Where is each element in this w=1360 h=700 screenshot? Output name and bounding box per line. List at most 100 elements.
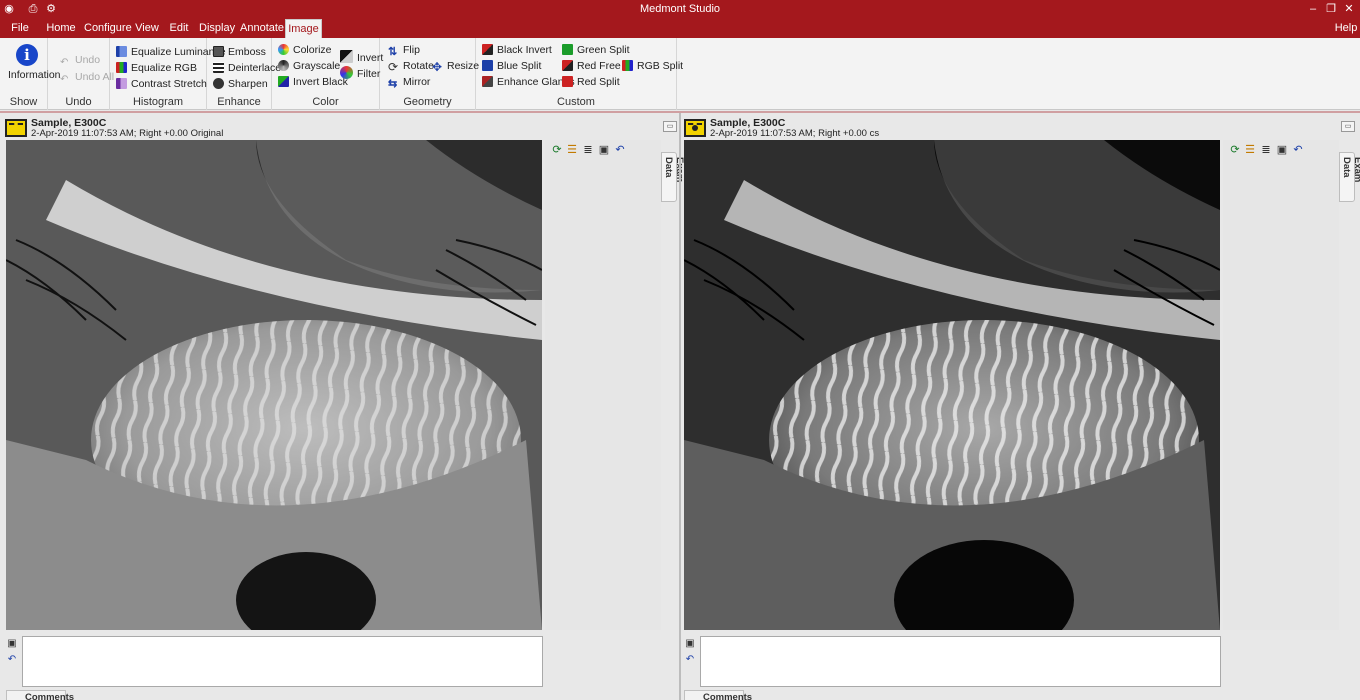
tab-configure[interactable]: Configure — [84, 19, 132, 38]
deinterlace-button[interactable]: Deinterlace — [213, 61, 281, 76]
rotate-button[interactable]: ⟳ Rotate — [388, 59, 434, 74]
tab-display[interactable]: Display — [199, 19, 235, 38]
black-invert-button[interactable]: Black Invert — [482, 43, 552, 58]
group-label-histogram: Histogram — [132, 96, 184, 108]
green-split-button[interactable]: Green Split — [562, 43, 630, 58]
left-pane-side-panel: ⟳ ☰ ≣ ▣ ↶ — [545, 140, 661, 630]
flip-button[interactable]: ⇅ Flip — [388, 43, 420, 58]
contrast-stretch-button[interactable]: Contrast Stretch — [116, 77, 207, 92]
red-free-label: Red Free — [577, 60, 621, 72]
colorize-icon — [278, 44, 289, 55]
invert-black-button[interactable]: Invert Black — [278, 75, 348, 90]
list-icon[interactable]: ☰ — [1244, 144, 1256, 156]
ribbon: i Information Show ↶ Undo ↶ Undo All Undo … — [0, 38, 1360, 110]
equalize-rgb-label: Equalize RGB — [131, 62, 197, 74]
comment-undo-icon[interactable]: ↶ — [684, 654, 696, 666]
flip-label: Flip — [403, 44, 420, 56]
group-show: i Information Show — [0, 38, 61, 110]
tab-home[interactable]: Home — [45, 19, 77, 38]
properties-icon[interactable]: ≣ — [1260, 144, 1272, 156]
filter-button[interactable]: Filter — [340, 66, 380, 81]
colorize-button[interactable]: Colorize — [278, 43, 332, 58]
minimize-icon[interactable]: – — [1306, 2, 1320, 16]
red-free-icon — [562, 60, 573, 71]
histogram-icon — [116, 46, 127, 57]
right-exam-data-tab[interactable]: Exam Data — [1339, 152, 1360, 202]
comment-save-icon[interactable]: ▣ — [684, 638, 696, 650]
undo-label: Undo — [75, 54, 101, 66]
comment-save-icon[interactable]: ▣ — [6, 638, 18, 650]
resize-button[interactable]: ✥ Resize — [432, 59, 479, 74]
left-exam-data-label: Exam Data — [663, 157, 685, 182]
right-pane-side-panel: ⟳ ☰ ≣ ▣ ↶ — [1223, 140, 1339, 630]
list-icon[interactable]: ☰ — [566, 144, 578, 156]
mirror-button[interactable]: ⇆ Mirror — [388, 75, 430, 90]
meibography-original-image — [6, 140, 542, 630]
window-title: Medmont Studio — [639, 3, 721, 15]
info-icon: i — [16, 44, 38, 66]
enhance-glands-button[interactable]: Enhance Glands — [482, 75, 575, 90]
save-icon[interactable]: ▣ — [598, 144, 610, 156]
save-icon[interactable]: ▣ — [1276, 144, 1288, 156]
blue-split-button[interactable]: Blue Split — [482, 59, 541, 74]
emboss-icon — [213, 46, 224, 57]
right-pane-header: Sample, E300C 2-Apr-2019 11:07:53 AM; Ri… — [684, 117, 1224, 139]
close-icon[interactable]: ✕ — [1342, 2, 1356, 16]
grayscale-label: Grayscale — [293, 60, 341, 72]
equalize-rgb-button[interactable]: Equalize RGB — [116, 61, 197, 76]
filter-icon — [340, 66, 353, 79]
right-pane-subtitle: 2-Apr-2019 11:07:53 AM; Right +0.00 cs — [710, 128, 880, 139]
tab-edit[interactable]: Edit — [166, 19, 192, 38]
red-free-button[interactable]: Red Free — [562, 59, 621, 74]
properties-icon[interactable]: ≣ — [582, 144, 594, 156]
tab-view[interactable]: View — [133, 19, 161, 38]
resize-icon: ✥ — [432, 60, 443, 74]
rotate-label: Rotate — [403, 60, 434, 72]
undo-all-button[interactable]: ↶ Undo All — [60, 70, 114, 85]
invert-button[interactable]: Invert — [340, 50, 383, 65]
right-comments-tab[interactable]: Comments — [684, 690, 752, 700]
left-pane-maximize-icon[interactable]: ▭ — [663, 121, 677, 132]
tab-annotate[interactable]: Annotate — [240, 19, 284, 38]
resize-label: Resize — [447, 60, 480, 72]
colorize-label: Colorize — [293, 44, 332, 56]
left-comments-field[interactable] — [22, 636, 543, 687]
right-comments-field[interactable] — [700, 636, 1221, 687]
black-invert-icon — [482, 44, 493, 55]
undo-button[interactable]: ↶ Undo — [60, 53, 100, 68]
camera-icon — [684, 119, 706, 137]
refresh-icon[interactable]: ⟳ — [1229, 144, 1241, 156]
grayscale-button[interactable]: Grayscale — [278, 59, 340, 74]
green-split-label: Green Split — [577, 44, 630, 56]
refresh-icon[interactable]: ⟳ — [551, 144, 563, 156]
contrast-stretch-label: Contrast Stretch — [131, 78, 207, 90]
undo-icon[interactable]: ↶ — [614, 144, 626, 156]
undo-icon[interactable]: ↶ — [1292, 144, 1304, 156]
left-comments-tab[interactable]: Comments — [6, 690, 74, 700]
left-eye-image[interactable] — [6, 140, 542, 630]
comment-undo-icon[interactable]: ↶ — [6, 654, 18, 666]
left-exam-data-tab[interactable]: Exam Data — [661, 152, 685, 202]
red-split-button[interactable]: Red Split — [562, 75, 620, 90]
right-pane-maximize-icon[interactable]: ▭ — [1341, 121, 1355, 132]
deinterlace-icon — [213, 62, 224, 73]
rgb-histogram-icon — [116, 62, 127, 73]
group-enhance: Emboss Deinterlace Sharpen Enhance — [207, 38, 281, 110]
rgb-split-button[interactable]: RGB Split — [622, 59, 683, 74]
information-button[interactable]: i Information — [8, 44, 61, 81]
invert-icon — [340, 50, 353, 63]
emboss-button[interactable]: Emboss — [213, 45, 266, 60]
camera-icon — [5, 119, 27, 137]
pane-separator[interactable] — [679, 113, 681, 700]
tab-file[interactable]: File — [6, 19, 34, 38]
rgb-split-label: RGB Split — [637, 60, 684, 72]
group-label-show: Show — [9, 96, 38, 108]
right-eye-image[interactable] — [684, 140, 1220, 630]
restore-icon[interactable]: ❐ — [1324, 2, 1338, 16]
tab-image[interactable]: Image — [285, 19, 322, 38]
sharpen-button[interactable]: Sharpen — [213, 77, 268, 92]
group-label-undo: Undo — [65, 96, 92, 108]
group-color: Colorize Grayscale Invert Black Invert F… — [272, 38, 383, 110]
emboss-label: Emboss — [228, 46, 266, 58]
help-menu[interactable]: Help — [1334, 19, 1358, 38]
